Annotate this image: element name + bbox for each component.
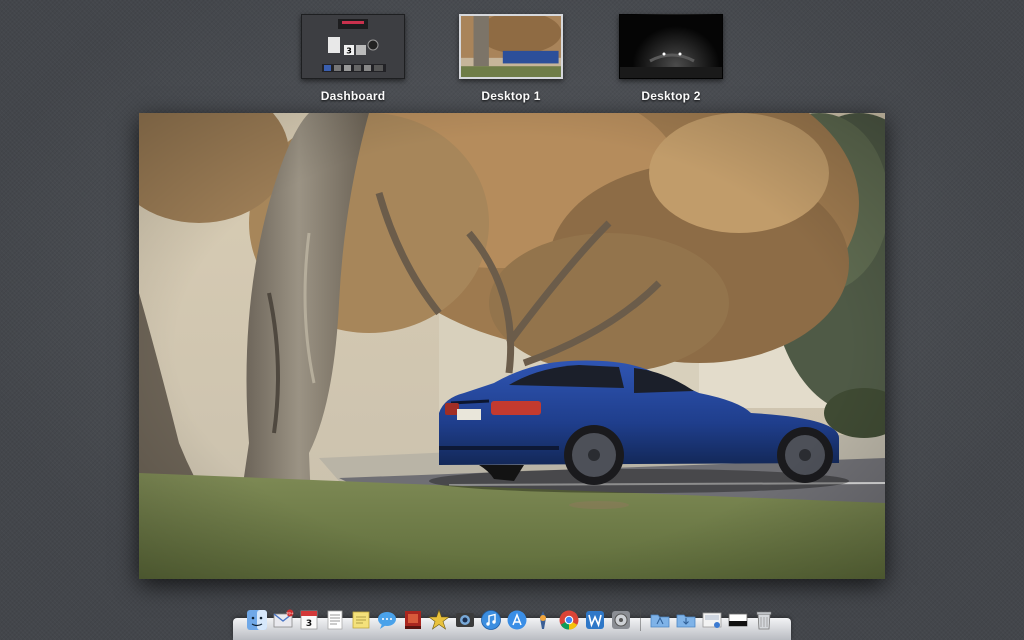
itunes-icon[interactable]: [479, 608, 503, 632]
messages-icon[interactable]: [375, 608, 399, 632]
desktop-2-thumbnail[interactable]: [619, 14, 723, 79]
finder-icon[interactable]: [245, 608, 269, 632]
calendar-icon[interactable]: 3: [297, 608, 321, 632]
desktop-1-preview[interactable]: [139, 113, 885, 579]
instruments-icon[interactable]: [531, 608, 555, 632]
app-store-icon[interactable]: [505, 608, 529, 632]
chrome-icon[interactable]: [557, 608, 581, 632]
applications-folder-icon[interactable]: [648, 608, 672, 632]
space-label-desktop-1: Desktop 1: [481, 89, 541, 103]
stickies-icon[interactable]: [349, 608, 373, 632]
space-label-dashboard: Dashboard: [320, 89, 386, 103]
system-preferences-icon[interactable]: [609, 608, 633, 632]
dashboard-calendar-day: 3: [346, 47, 352, 56]
spaces-bar: 3 Dashboard Desktop 1 Desktop 2: [0, 0, 1024, 110]
mail-icon[interactable]: 99+: [271, 608, 295, 632]
desktop-1-thumbnail[interactable]: [459, 14, 563, 79]
word-icon[interactable]: [583, 608, 607, 632]
downloads-folder-icon[interactable]: [674, 608, 698, 632]
textedit-icon[interactable]: [323, 608, 347, 632]
space-desktop-1[interactable]: Desktop 1: [459, 14, 563, 103]
space-desktop-2[interactable]: Desktop 2: [619, 14, 723, 103]
desktop-folder-icon[interactable]: [726, 608, 750, 632]
imovie-icon[interactable]: [427, 608, 451, 632]
iphoto-icon[interactable]: [453, 608, 477, 632]
preview-icon[interactable]: [700, 608, 724, 632]
trash-icon[interactable]: [752, 608, 776, 632]
dock-separator: [640, 609, 641, 631]
space-dashboard[interactable]: 3 Dashboard: [301, 14, 405, 103]
wallpaper-image: [139, 113, 885, 579]
dock-icon-row: 99+ 3: [245, 608, 776, 634]
space-label-desktop-2: Desktop 2: [641, 89, 701, 103]
dock: 99+ 3: [233, 602, 791, 640]
dashboard-thumbnail[interactable]: 3: [301, 14, 405, 79]
photo-booth-icon[interactable]: [401, 608, 425, 632]
calendar-day: 3: [306, 619, 312, 629]
mail-badge: 99+: [286, 611, 293, 615]
